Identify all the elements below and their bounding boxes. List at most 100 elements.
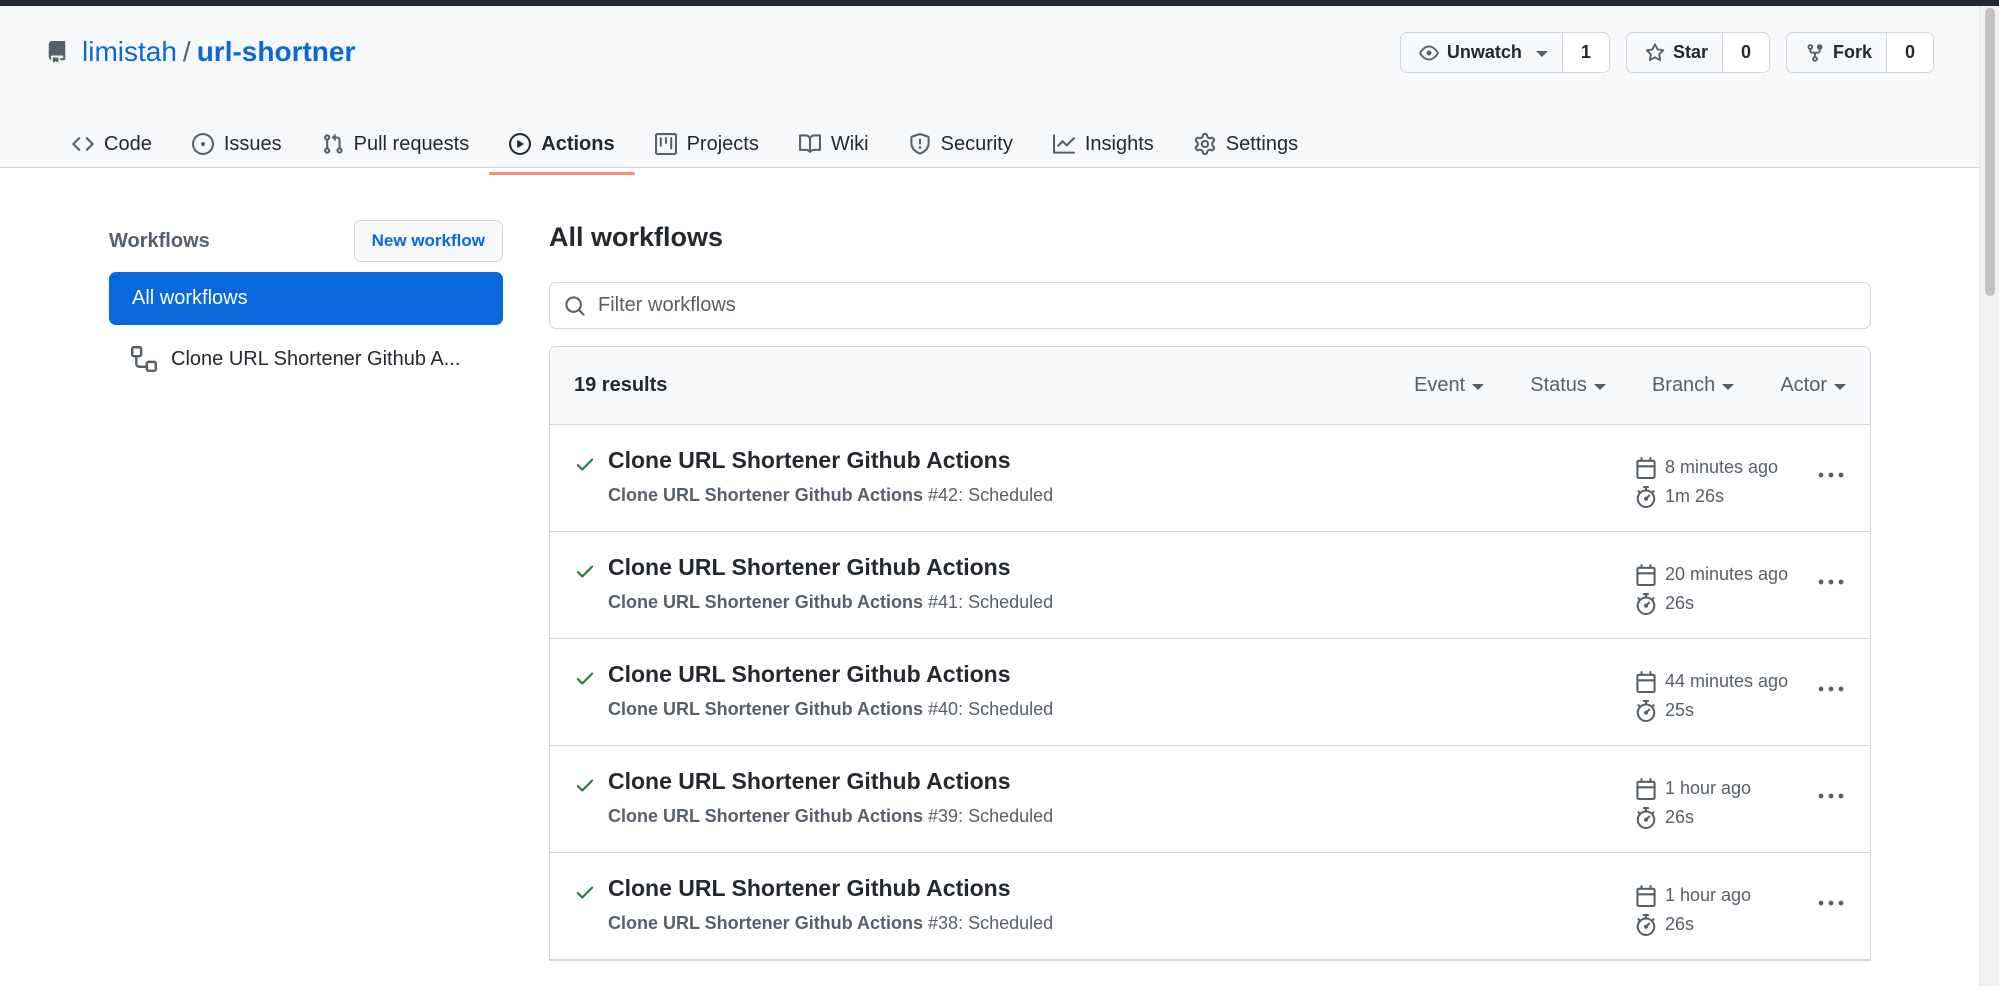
search-icon	[565, 295, 585, 316]
workflow-run-row[interactable]: Clone URL Shortener Github Actions Clone…	[550, 746, 1870, 853]
filter-label: Event	[1414, 374, 1466, 396]
star-button[interactable]: Star	[1627, 33, 1723, 72]
chevron-down-icon	[1722, 383, 1735, 390]
main-content: All workflows 19 results Event Status Br…	[549, 216, 1871, 961]
results-box: 19 results Event Status Branch Actor Clo…	[549, 346, 1871, 961]
repo-header: limistah / url-shortner Unwatch 1 Star 0…	[0, 6, 1999, 175]
tab-wiki[interactable]: Wiki	[779, 114, 889, 174]
actor-filter-dropdown[interactable]: Actor	[1780, 374, 1846, 397]
page-scrollbar[interactable]	[1979, 6, 1999, 986]
repo-actions: Unwatch 1 Star 0 Fork 0	[1399, 32, 1934, 73]
fork-button-group: Fork 0	[1785, 32, 1934, 73]
repo-owner-link[interactable]: limistah	[82, 36, 177, 68]
tab-label: Wiki	[830, 132, 869, 155]
run-workflow-name: Clone URL Shortener Github Actions	[608, 592, 924, 612]
scrollbar-thumb[interactable]	[1985, 8, 1995, 296]
filter-workflows-input[interactable]	[596, 293, 1796, 318]
tab-label: Pull requests	[353, 132, 470, 155]
repo-tabs: Code Issues Pull requests Actions Projec…	[52, 114, 1318, 175]
tab-label: Code	[104, 132, 152, 155]
run-title-link[interactable]: Clone URL Shortener Github Actions	[608, 661, 1011, 688]
run-workflow-name: Clone URL Shortener Github Actions	[608, 699, 924, 719]
run-meta: 8 minutes ago 1m 26s	[1635, 453, 1778, 511]
tab-security[interactable]: Security	[889, 114, 1033, 174]
run-title-link[interactable]: Clone URL Shortener Github Actions	[608, 447, 1011, 474]
watch-button[interactable]: Unwatch	[1401, 33, 1563, 72]
stopwatch-icon	[1636, 913, 1656, 936]
project-icon	[654, 133, 677, 155]
kebab-horizontal-icon[interactable]	[1816, 465, 1846, 485]
watch-label: Unwatch	[1446, 42, 1522, 62]
run-title-link[interactable]: Clone URL Shortener Github Actions	[608, 768, 1011, 795]
star-count[interactable]: 0	[1722, 33, 1769, 72]
chevron-down-icon	[1535, 50, 1548, 57]
check-icon	[576, 672, 594, 685]
filter-label: Branch	[1651, 374, 1716, 396]
fork-label: Fork	[1832, 42, 1872, 62]
run-meta: 1 hour ago 26s	[1635, 881, 1751, 939]
run-title-link[interactable]: Clone URL Shortener Github Actions	[608, 875, 1011, 902]
branch-filter-dropdown[interactable]: Branch	[1651, 374, 1735, 397]
stopwatch-icon	[1636, 806, 1656, 829]
gear-icon	[1194, 133, 1215, 155]
run-time: 20 minutes ago	[1665, 564, 1789, 584]
tab-code[interactable]: Code	[52, 114, 172, 174]
calendar-icon	[1636, 777, 1656, 800]
page-title: All workflows	[549, 222, 724, 252]
repo-name-link[interactable]: url-shortner	[197, 36, 356, 68]
stopwatch-icon	[1636, 699, 1656, 722]
workflow-run-row[interactable]: Clone URL Shortener Github Actions Clone…	[550, 532, 1870, 639]
watch-count[interactable]: 1	[1562, 33, 1609, 72]
workflow-run-row[interactable]: Clone URL Shortener Github Actions Clone…	[550, 853, 1870, 960]
new-workflow-button[interactable]: New workflow	[353, 220, 503, 262]
results-filters: Event Status Branch Actor	[1414, 374, 1846, 397]
run-workflow-name: Clone URL Shortener Github Actions	[608, 806, 924, 826]
fork-button[interactable]: Fork	[1787, 33, 1887, 72]
kebab-horizontal-icon[interactable]	[1816, 679, 1846, 699]
status-filter-dropdown[interactable]: Status	[1530, 374, 1606, 397]
workflow-run-row[interactable]: Clone URL Shortener Github Actions Clone…	[550, 425, 1870, 532]
tab-settings[interactable]: Settings	[1174, 114, 1318, 174]
sidebar-item-label: Clone URL Shortener Github A...	[171, 347, 461, 370]
fork-count[interactable]: 0	[1886, 33, 1933, 72]
run-meta: 44 minutes ago 25s	[1635, 667, 1788, 725]
event-filter-dropdown[interactable]: Event	[1414, 374, 1485, 397]
kebab-horizontal-icon[interactable]	[1816, 786, 1846, 806]
shield-icon	[909, 133, 930, 155]
check-icon	[576, 565, 594, 578]
issue-icon	[191, 133, 214, 155]
sidebar-header: Workflows New workflow	[109, 220, 503, 262]
results-count: 19 results	[574, 374, 668, 396]
tab-label: Issues	[223, 132, 282, 155]
repo-icon	[48, 41, 66, 63]
star-button-group: Star 0	[1625, 32, 1770, 73]
kebab-horizontal-icon[interactable]	[1816, 572, 1846, 592]
tab-label: Insights	[1084, 132, 1154, 155]
workflows-sidebar: Workflows New workflow All workflows Clo…	[109, 220, 503, 385]
sidebar-item-workflow[interactable]: Clone URL Shortener Github A...	[109, 333, 503, 385]
run-subtitle: Clone URL Shortener Github Actions #40: …	[608, 699, 1053, 720]
run-title-link[interactable]: Clone URL Shortener Github Actions	[608, 554, 1011, 581]
run-detail: #42: Scheduled	[928, 485, 1054, 505]
tab-issues[interactable]: Issues	[172, 114, 302, 174]
calendar-icon	[1636, 884, 1656, 907]
book-icon	[798, 134, 821, 153]
run-duration: 26s	[1665, 593, 1695, 613]
tab-actions[interactable]: Actions	[489, 114, 635, 175]
run-subtitle: Clone URL Shortener Github Actions #42: …	[608, 485, 1053, 506]
run-meta: 1 hour ago 26s	[1635, 774, 1751, 832]
sidebar-item-all-workflows[interactable]: All workflows	[109, 272, 503, 325]
run-detail: #41: Scheduled	[928, 592, 1054, 612]
tab-label: Projects	[686, 132, 759, 155]
chevron-down-icon	[1472, 383, 1485, 390]
workflow-run-row[interactable]: Clone URL Shortener Github Actions Clone…	[550, 639, 1870, 746]
kebab-horizontal-icon[interactable]	[1816, 893, 1846, 913]
tab-projects[interactable]: Projects	[635, 114, 779, 174]
results-header: 19 results Event Status Branch Actor	[550, 347, 1870, 425]
tab-pull-requests[interactable]: Pull requests	[302, 114, 490, 174]
tab-insights[interactable]: Insights	[1033, 114, 1174, 174]
tab-label: Settings	[1225, 132, 1299, 155]
tab-label: Security	[940, 132, 1013, 155]
filter-workflows-field[interactable]	[549, 282, 1871, 329]
run-detail: #39: Scheduled	[928, 806, 1054, 826]
